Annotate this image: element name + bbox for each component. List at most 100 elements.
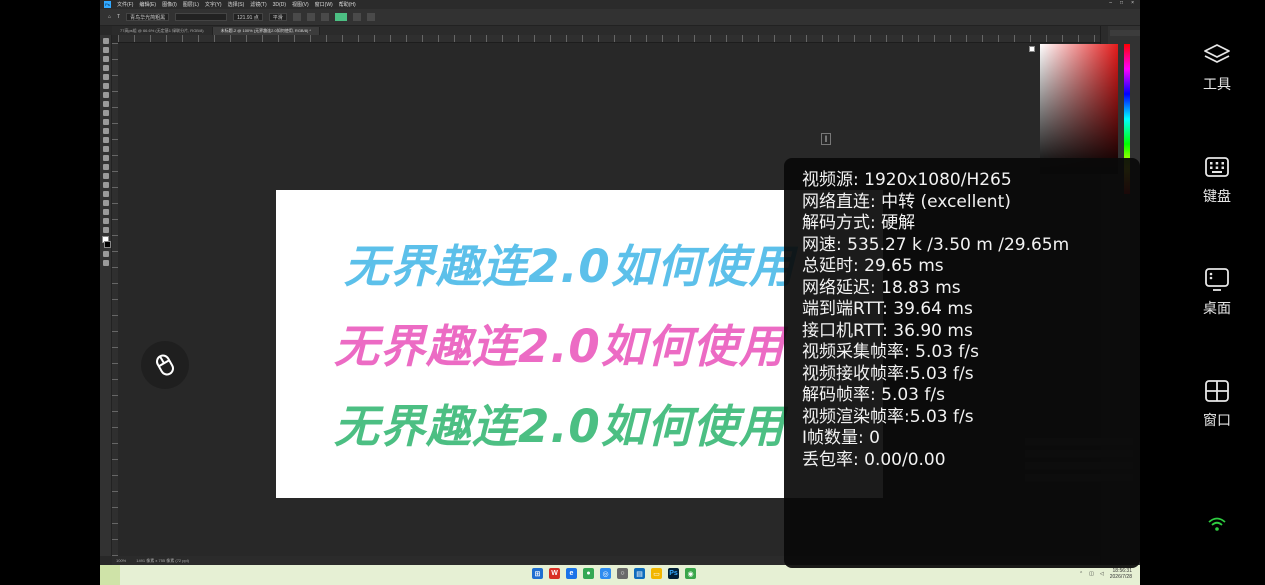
brush-tool-icon[interactable] <box>102 110 109 116</box>
tab-document-2[interactable]: 未标题-2 @ 100% (无界趣连2.0如何使用, RGB/8) * <box>212 27 320 35</box>
close-icon[interactable]: × <box>1131 0 1134 6</box>
artwork-text-green: 无界趣连2.0如何使用 <box>334 400 785 453</box>
edge-icon[interactable]: e <box>566 568 577 579</box>
notepad-icon[interactable]: ▤ <box>634 568 645 579</box>
tools-panel <box>100 35 112 556</box>
color-panel-tab[interactable] <box>1110 30 1140 36</box>
menu-view[interactable]: 视图(V) <box>292 1 309 8</box>
frame-tool-icon[interactable] <box>102 83 109 89</box>
chrome-icon[interactable]: ● <box>583 568 594 579</box>
quick-select-tool-icon[interactable] <box>102 65 109 71</box>
stat-e2e-rtt: 端到端RTT: 39.64 ms <box>802 299 973 319</box>
history-brush-tool-icon[interactable] <box>102 128 109 134</box>
tool-options-bar: ⌂ T 青鸟华光简粗黑 121.91 点 平滑 <box>100 9 1140 26</box>
chevron-up-icon[interactable]: ⌃ <box>1079 571 1083 577</box>
keyboard-button[interactable]: 键盘 <box>1192 154 1242 206</box>
volume-icon[interactable]: ◁ <box>1100 571 1104 577</box>
stamp-tool-icon[interactable] <box>102 119 109 125</box>
network-icon[interactable]: ◫ <box>1089 571 1094 577</box>
menu-edit[interactable]: 编辑(E) <box>139 1 156 8</box>
stat-network-direct: 网络直连: 中转 (excellent) <box>802 191 1011 212</box>
more-tools-icon[interactable] <box>102 227 109 233</box>
hand-tool-icon[interactable] <box>102 209 109 215</box>
photoshop-taskbar-icon[interactable]: Ps <box>668 568 679 579</box>
antialias-value: 平滑 <box>272 14 283 21</box>
taskbar-clock[interactable]: 18:56:31 2026/7/28 <box>1110 568 1132 580</box>
text-color-swatch[interactable] <box>334 13 347 21</box>
zoom-tool-icon[interactable] <box>102 218 109 224</box>
desktop-label: 桌面 <box>1203 300 1231 316</box>
tools-button[interactable]: 工具 <box>1192 42 1242 94</box>
menu-type[interactable]: 文字(Y) <box>205 1 222 8</box>
remote-app-icon[interactable]: ◉ <box>685 568 696 579</box>
maximize-icon[interactable]: □ <box>1120 0 1123 6</box>
keyboard-label: 键盘 <box>1203 188 1231 204</box>
search-icon[interactable]: ○ <box>617 568 628 579</box>
font-family-select[interactable]: 青鸟华光简粗黑 <box>126 13 170 21</box>
stat-receive-fps: 视频接收帧率:5.03 f/s <box>802 363 974 384</box>
browser-icon[interactable]: ◎ <box>600 568 611 579</box>
stat-network-speed: 网速: 535.27 k /3.50 m /29.65m <box>802 234 1070 255</box>
screen-mode-icon[interactable] <box>102 260 109 266</box>
gradient-tool-icon[interactable] <box>102 146 109 152</box>
shape-tool-icon[interactable] <box>102 200 109 206</box>
align-right-icon[interactable] <box>320 13 329 21</box>
color-picker-field[interactable] <box>1040 44 1118 174</box>
crop-tool-icon[interactable] <box>102 74 109 80</box>
stat-capture-fps: 视频采集帧率: 5.03 f/s <box>802 342 979 362</box>
desktop-button[interactable]: 桌面 <box>1192 266 1242 318</box>
healing-tool-icon[interactable] <box>102 101 109 107</box>
mouse-mode-button[interactable] <box>141 341 189 389</box>
menu-window[interactable]: 窗口(W) <box>315 1 333 8</box>
blur-tool-icon[interactable] <box>102 155 109 161</box>
move-tool-icon[interactable] <box>102 38 109 44</box>
font-size-value: 121.91 点 <box>237 14 259 21</box>
system-tray: ⌃ ◫ ◁ 18:56:31 2026/7/28 <box>1079 568 1132 580</box>
layers-icon <box>1204 44 1230 63</box>
stat-decode-fps: 解码帧率: 5.03 f/s <box>802 385 945 405</box>
menu-image[interactable]: 图像(I) <box>162 1 177 8</box>
widgets-icon[interactable] <box>100 565 120 585</box>
minimize-icon[interactable]: – <box>1109 0 1112 6</box>
window-button[interactable]: 窗口 <box>1192 378 1242 430</box>
menu-help[interactable]: 帮助(H) <box>339 1 356 8</box>
document-info: 1491 像素 x 755 像素 (72 ppi) <box>136 557 189 563</box>
tab-document-1[interactable]: 77高ps组 @ 66.6% (无定基1 绿联分片, RGB/8) <box>112 27 213 35</box>
align-center-icon[interactable] <box>306 13 315 21</box>
eyedropper-tool-icon[interactable] <box>102 92 109 98</box>
font-family-value: 青鸟华光简粗黑 <box>130 14 166 21</box>
quick-mask-icon[interactable] <box>102 251 109 257</box>
menu-file[interactable]: 文件(F) <box>117 1 133 8</box>
remote-session-screen: Ps 文件(F) 编辑(E) 图像(I) 图层(L) 文字(Y) 选择(S) 滤… <box>0 0 1265 585</box>
lasso-tool-icon[interactable] <box>102 56 109 62</box>
background-color-swatch[interactable] <box>104 241 111 248</box>
menu-select[interactable]: 选择(S) <box>228 1 245 8</box>
stat-iframe-count: I帧数量: 0 <box>802 428 880 448</box>
warp-text-icon[interactable] <box>352 13 361 21</box>
start-icon[interactable]: ⊞ <box>532 568 543 579</box>
menu-layer[interactable]: 图层(L) <box>183 1 199 8</box>
antialias-select[interactable]: 平滑 <box>268 13 287 21</box>
type-tool-icon[interactable] <box>102 182 109 188</box>
file-explorer-icon[interactable]: ▭ <box>651 568 662 579</box>
align-left-icon[interactable] <box>292 13 301 21</box>
eraser-tool-icon[interactable] <box>102 137 109 143</box>
marquee-tool-icon[interactable] <box>102 47 109 53</box>
photoshop-logo-icon: Ps <box>104 1 111 8</box>
menu-3d[interactable]: 3D(D) <box>273 2 286 8</box>
artwork-text-blue: 无界趣连2.0如何使用 <box>344 240 795 293</box>
type-tool-icon[interactable]: T <box>117 14 120 20</box>
color-picker-swatch[interactable] <box>1029 46 1035 52</box>
font-size-select[interactable]: 121.91 点 <box>233 13 263 21</box>
wps-icon[interactable]: W <box>549 568 560 579</box>
home-icon[interactable]: ⌂ <box>108 14 111 20</box>
tools-label: 工具 <box>1203 76 1231 92</box>
font-style-select[interactable] <box>175 13 228 21</box>
path-select-tool-icon[interactable] <box>102 191 109 197</box>
menu-filter[interactable]: 滤镜(T) <box>250 1 266 8</box>
text-cursor-icon: I <box>821 133 831 145</box>
pen-tool-icon[interactable] <box>102 173 109 179</box>
dodge-tool-icon[interactable] <box>102 164 109 170</box>
character-panel-icon[interactable] <box>366 13 375 21</box>
zoom-level[interactable]: 100% <box>116 558 126 563</box>
